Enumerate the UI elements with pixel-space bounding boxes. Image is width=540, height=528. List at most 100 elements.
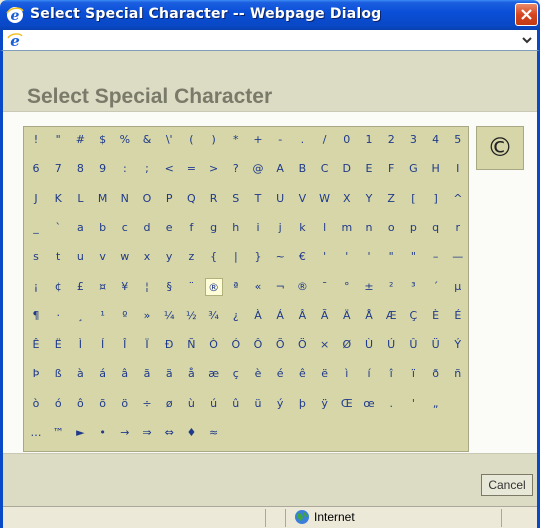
char-cell[interactable]: v [94, 248, 112, 266]
char-cell[interactable]: D [338, 160, 356, 178]
char-cell[interactable]: → [116, 424, 134, 442]
char-cell[interactable]: ³ [404, 278, 422, 296]
char-cell[interactable]: p [404, 219, 422, 237]
char-cell[interactable]: Ú [382, 336, 400, 354]
char-cell[interactable]: 4 [427, 131, 445, 149]
char-cell[interactable]: µ [449, 278, 467, 296]
char-cell[interactable]: R [205, 190, 223, 208]
char-cell[interactable]: $ [94, 131, 112, 149]
char-cell[interactable]: | [227, 248, 245, 266]
char-cell[interactable]: O [138, 190, 156, 208]
char-cell[interactable]: \' [160, 131, 178, 149]
char-cell[interactable]: ≈ [205, 424, 223, 442]
char-cell[interactable]: á [94, 365, 112, 383]
char-cell[interactable]: þ [293, 395, 311, 413]
char-cell[interactable]: ú [205, 395, 223, 413]
char-cell[interactable]: – [427, 248, 445, 266]
char-cell[interactable]: E [360, 160, 378, 178]
char-cell[interactable]: é [271, 365, 289, 383]
char-cell[interactable]: j [271, 219, 289, 237]
char-cell[interactable]: Ù [360, 336, 378, 354]
char-cell[interactable]: ® [204, 277, 223, 296]
char-cell[interactable]: ¤ [94, 278, 112, 296]
char-cell[interactable]: Œ [338, 395, 356, 413]
char-cell[interactable]: õ [94, 395, 112, 413]
char-cell[interactable]: ë [316, 365, 334, 383]
char-cell[interactable]: J [27, 190, 45, 208]
char-cell[interactable]: n [360, 219, 378, 237]
char-cell[interactable]: Â [293, 307, 311, 325]
char-cell[interactable]: = [182, 160, 200, 178]
char-cell[interactable]: l [316, 219, 334, 237]
char-cell[interactable]: - [271, 131, 289, 149]
char-cell[interactable]: z [182, 248, 200, 266]
char-cell[interactable]: ½ [182, 307, 200, 325]
char-cell[interactable]: ¾ [205, 307, 223, 325]
char-cell[interactable]: î [382, 365, 400, 383]
char-cell[interactable]: Õ [271, 336, 289, 354]
char-cell[interactable]: ' [338, 248, 356, 266]
char-cell[interactable]: > [205, 160, 223, 178]
char-cell[interactable]: Y [360, 190, 378, 208]
char-cell[interactable]: . [382, 395, 400, 413]
char-cell[interactable]: · [49, 307, 67, 325]
char-cell[interactable]: L [71, 190, 89, 208]
char-cell[interactable]: … [27, 424, 45, 442]
char-cell[interactable]: Ô [249, 336, 267, 354]
char-cell[interactable]: & [138, 131, 156, 149]
char-cell[interactable]: ß [49, 365, 67, 383]
char-cell[interactable]: P [160, 190, 178, 208]
char-cell[interactable]: å [182, 365, 200, 383]
char-cell[interactable]: ö [116, 395, 134, 413]
char-cell[interactable]: ° [338, 278, 356, 296]
char-cell[interactable]: X [338, 190, 356, 208]
char-cell[interactable]: ' [360, 248, 378, 266]
char-cell[interactable]: Ø [338, 336, 356, 354]
char-cell[interactable]: Û [404, 336, 422, 354]
char-cell[interactable]: Ä [338, 307, 356, 325]
char-cell[interactable]: ¬ [271, 278, 289, 296]
char-cell[interactable]: ` [49, 219, 67, 237]
char-cell[interactable]: ! [27, 131, 45, 149]
char-cell[interactable]: Ó [227, 336, 245, 354]
char-cell[interactable]: — [449, 248, 467, 266]
char-cell[interactable]: ñ [449, 365, 467, 383]
char-cell[interactable]: y [160, 248, 178, 266]
char-cell[interactable]: S [227, 190, 245, 208]
char-cell[interactable]: ~ [271, 248, 289, 266]
char-cell[interactable]: B [293, 160, 311, 178]
char-cell[interactable]: o [382, 219, 400, 237]
char-cell[interactable]: ™ [49, 424, 67, 442]
char-cell[interactable]: ( [182, 131, 200, 149]
char-cell[interactable]: § [160, 278, 178, 296]
char-cell[interactable]: æ [205, 365, 223, 383]
char-cell[interactable]: ä [160, 365, 178, 383]
char-cell[interactable]: º [116, 307, 134, 325]
char-cell[interactable]: k [293, 219, 311, 237]
char-cell[interactable]: ¹ [94, 307, 112, 325]
char-cell[interactable]: ► [71, 424, 89, 442]
char-cell[interactable]: ¥ [116, 278, 134, 296]
char-cell[interactable]: ® [293, 278, 311, 296]
cancel-button[interactable]: Cancel [481, 474, 533, 496]
char-cell[interactable]: < [160, 160, 178, 178]
char-cell[interactable]: g [205, 219, 223, 237]
char-cell[interactable]: ⇔ [160, 424, 178, 442]
char-cell[interactable]: Ë [49, 336, 67, 354]
char-cell[interactable]: A [271, 160, 289, 178]
char-cell[interactable]: V [293, 190, 311, 208]
char-cell[interactable]: d [138, 219, 156, 237]
char-cell[interactable]: ) [205, 131, 223, 149]
char-cell[interactable]: ' [404, 395, 422, 413]
char-cell[interactable]: û [227, 395, 245, 413]
char-cell[interactable]: x [138, 248, 156, 266]
char-cell[interactable]: € [293, 248, 311, 266]
char-cell[interactable]: Ü [427, 336, 445, 354]
char-cell[interactable]: Ç [404, 307, 422, 325]
char-cell[interactable]: Z [382, 190, 400, 208]
char-cell[interactable]: 2 [382, 131, 400, 149]
char-cell[interactable]: ì [338, 365, 356, 383]
char-cell[interactable]: h [227, 219, 245, 237]
char-cell[interactable]: ^ [449, 190, 467, 208]
char-cell[interactable]: ï [404, 365, 422, 383]
